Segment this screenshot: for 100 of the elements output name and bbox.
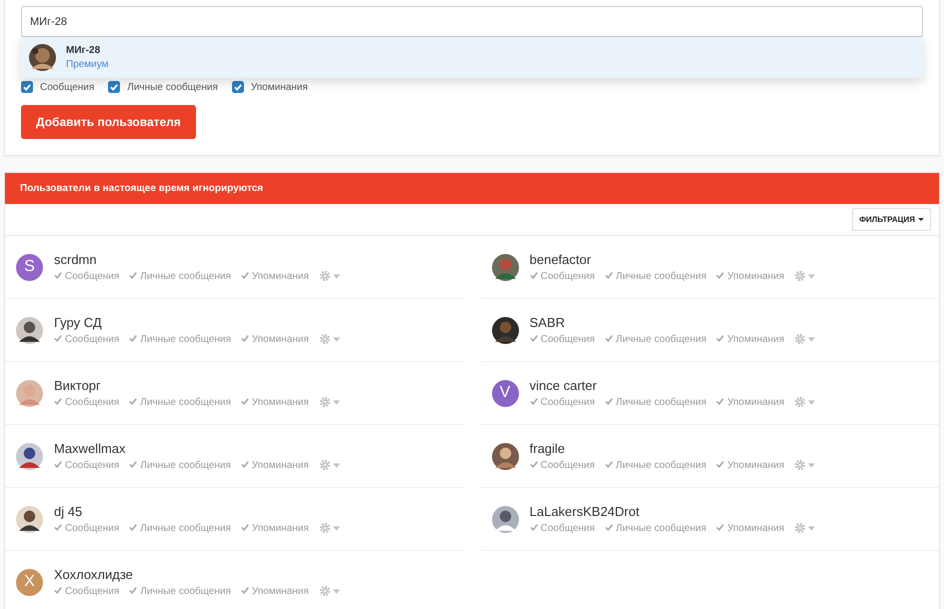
caret-icon [332,400,340,404]
settings-menu[interactable] [794,333,816,345]
settings-icon [318,585,331,597]
settings-menu[interactable] [318,585,340,597]
ignore-option: Сообщения [54,522,120,534]
settings-icon [318,333,331,345]
user-name[interactable]: Хохлохлидзе [54,567,340,582]
caret-icon [808,274,816,278]
ignore-option: Сообщения [530,396,595,408]
check-icon [129,586,138,594]
ignore-option: Личные сообщения [604,460,706,470]
avatar: X [16,568,43,596]
ignore-option: Личные сообщения [129,460,231,470]
checkbox[interactable] [108,81,120,93]
ignore-option: Личные сообщения [604,396,706,408]
add-user-button[interactable]: Добавить пользователя [21,105,196,139]
user-name[interactable]: scrdmn [54,252,340,267]
ignore-option: Упоминания [240,396,309,408]
settings-menu[interactable] [794,522,816,534]
check-icon [54,460,62,468]
check-icon [604,396,613,404]
settings-menu[interactable] [318,333,340,345]
check-icon [716,396,724,404]
suggestion-item[interactable]: МИг-28 Премиум [21,37,923,78]
check-icon [129,396,138,404]
check-icon [716,334,724,342]
check-icon [530,460,538,468]
ignore-option: Упоминания [716,334,784,344]
user-group: Премиум [66,59,109,70]
avatar: V [492,380,518,406]
user-name[interactable]: LaLakersKB24Drot [530,504,816,519]
caret-icon [332,274,340,278]
check-icon [716,522,724,530]
check-icon [604,270,613,278]
ignore-option: Личные сообщения [129,586,231,596]
user-name[interactable]: benefactor [530,252,816,267]
user-name[interactable]: fragile [530,441,816,456]
ignore-option: Личные сообщения [604,522,706,534]
settings-menu[interactable] [794,396,816,408]
settings-icon [794,522,806,534]
checkbox-label: Упоминания [250,82,308,92]
checkbox[interactable] [232,81,244,93]
ignore-option: Сообщения [530,334,595,344]
settings-icon [794,459,806,471]
settings-menu[interactable] [318,459,340,471]
suggestion-name: МИг-28 [66,45,102,56]
checkbox-label: Личные сообщения [127,82,218,92]
ignore-option: Упоминания [716,396,784,408]
settings-menu[interactable] [318,522,340,534]
ignore-option: Упоминания [240,460,309,470]
ignore-option: Сообщения [54,334,120,344]
settings-icon [794,396,806,408]
settings-menu[interactable] [794,270,816,282]
caret-icon [808,400,816,404]
panel-header: Пользователи в настоящее время игнорируются [5,173,939,204]
ignore-option: Личные сообщения [129,270,231,282]
check-icon [129,270,138,278]
settings-icon [318,459,331,471]
check-icon [240,270,249,278]
checkbox[interactable] [21,81,33,93]
caret-icon [918,218,924,221]
check-icon [530,270,538,278]
ignore-option: Упоминания [716,460,784,470]
ignore-option: Упоминания [240,522,309,534]
check-icon [240,522,249,530]
check-icon [240,460,249,468]
settings-icon [318,396,331,408]
user-name[interactable]: SABR [530,315,816,330]
user-name[interactable]: dj 45 [54,504,340,519]
ignore-option: Упоминания [240,334,309,344]
user-name[interactable]: vince carter [530,378,816,393]
ignore-option: Сообщения [54,460,120,470]
ignore-option: Сообщения [530,270,595,282]
check-icon [240,396,249,404]
ignore-option: Сообщения [54,396,120,408]
check-icon [54,270,62,278]
ignore-option: Личные сообщения [129,334,231,344]
user-name[interactable]: Викторг [54,378,340,393]
ignore-option: Упоминания [240,586,309,596]
check-icon [129,460,138,468]
check-icon [716,270,724,278]
settings-icon [318,522,331,534]
ignore-option: Сообщения [54,270,120,282]
settings-menu[interactable] [318,396,340,408]
settings-menu[interactable] [794,459,816,471]
ignore-option: Личные сообщения [604,270,706,282]
settings-icon [794,270,806,282]
caret-icon [332,588,340,594]
filter-button[interactable]: ФИЛЬТРАЦИЯ [852,208,931,231]
settings-menu[interactable] [318,270,340,282]
caret-icon [808,526,816,530]
check-icon [530,522,538,530]
caret-icon [332,336,340,342]
checkbox-label: Сообщения [40,82,94,92]
user-name[interactable]: Гуру СД [54,315,340,330]
settings-icon [318,270,331,282]
search-field[interactable]: МИг-28 [21,6,923,37]
user-name[interactable]: Maxwellmax [54,441,340,456]
ignore-option: Личные сообщения [604,334,706,344]
ignore-option: Упоминания [716,270,784,282]
